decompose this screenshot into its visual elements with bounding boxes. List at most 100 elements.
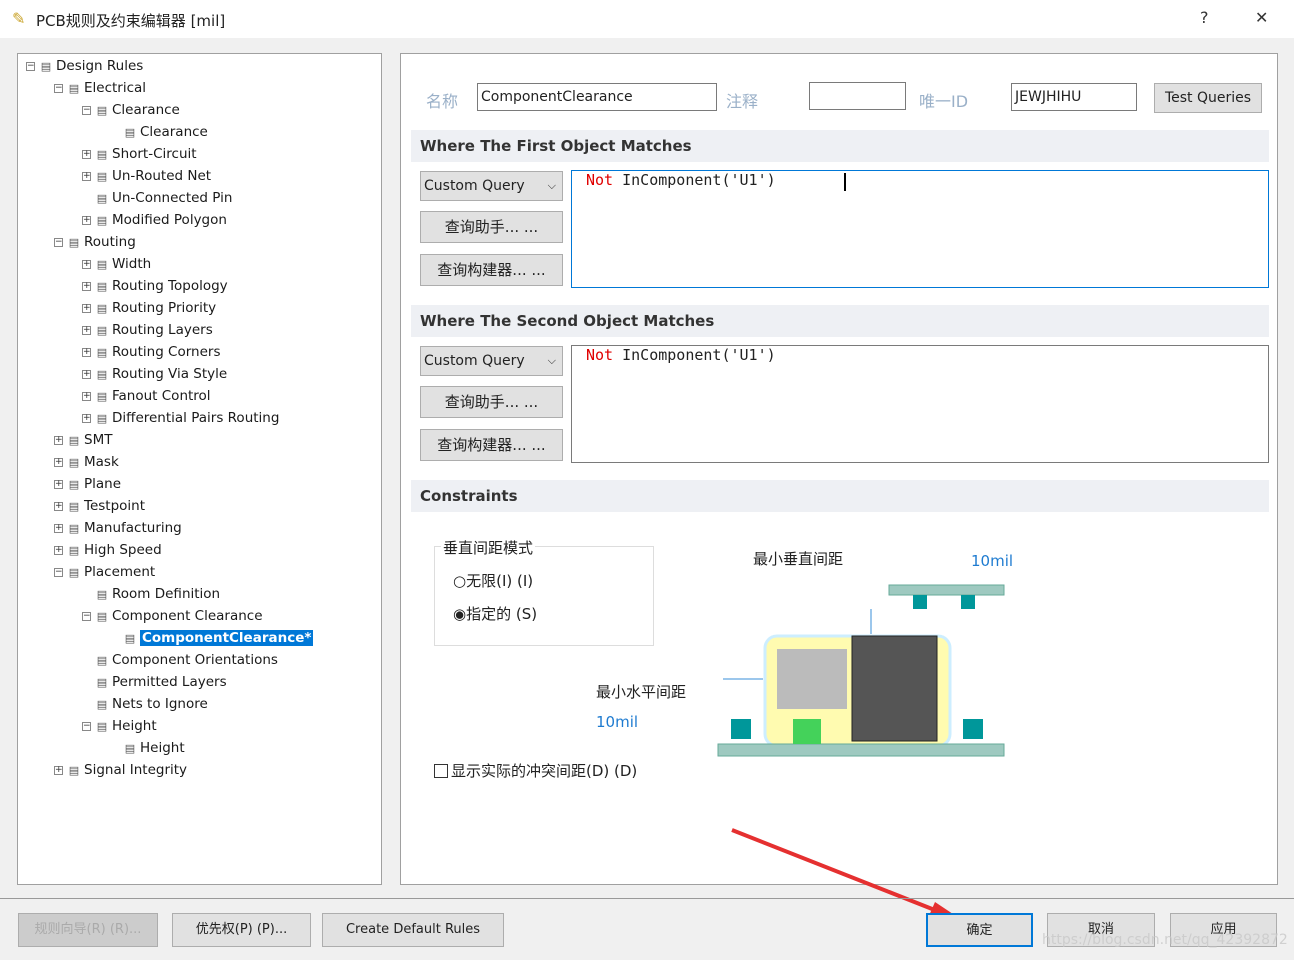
min-horizontal-value[interactable]: 10mil [596, 713, 638, 731]
expand-icon[interactable]: + [82, 259, 91, 269]
second-query-builder-button[interactable]: 查询构建器... ... [420, 429, 563, 461]
second-query-type-select[interactable]: Custom Query ⌵ [420, 346, 563, 376]
chevron-down-icon: ⌵ [547, 179, 556, 192]
expand-icon[interactable]: + [82, 303, 91, 313]
tree-item[interactable]: ▤ Nets to Ignore [82, 694, 208, 714]
close-button[interactable]: ✕ [1255, 8, 1268, 27]
tree-item[interactable]: + ▤ Signal Integrity [54, 760, 187, 780]
expand-icon[interactable]: + [82, 413, 91, 423]
tree-item[interactable]: + ▤ Mask [54, 452, 119, 472]
text-cursor [844, 173, 846, 191]
tree-item-label: Un-Routed Net [112, 168, 212, 184]
priority-button[interactable]: 优先权(P) (P)... [172, 913, 311, 947]
ok-button[interactable]: 确定 [926, 913, 1033, 947]
expand-icon[interactable]: + [82, 325, 91, 335]
tree-item[interactable]: + ▤ Manufacturing [54, 518, 182, 538]
first-query-builder-button[interactable]: 查询构建器... ... [420, 254, 563, 286]
tree-item[interactable]: + ▤ Fanout Control [82, 386, 211, 406]
radio-specified-label: 指定的 (S) [466, 605, 538, 623]
expand-icon[interactable]: + [54, 523, 63, 533]
rules-tree[interactable]: − ▤ Design Rules − ▤ Electrical − ▤ Clearance ▤ Cl… [17, 53, 382, 885]
expand-icon[interactable]: + [54, 765, 63, 775]
expand-icon[interactable]: + [82, 149, 91, 159]
expand-icon[interactable]: + [82, 281, 91, 291]
min-horizontal-label: 最小水平间距 [596, 683, 687, 701]
expand-icon[interactable]: + [54, 457, 63, 467]
rule-icon: ▤ [96, 698, 108, 711]
collapse-icon[interactable]: − [54, 567, 63, 577]
tree-item[interactable]: − ▤ Height [82, 716, 157, 736]
tree-item[interactable]: ▤ Un-Connected Pin [82, 188, 233, 208]
tree-item[interactable]: + ▤ Routing Via Style [82, 364, 227, 384]
tree-item[interactable]: + ▤ Routing Layers [82, 320, 213, 340]
test-queries-button[interactable]: Test Queries [1154, 83, 1262, 113]
tree-item[interactable]: − ▤ Component Clearance [82, 606, 263, 626]
collapse-icon[interactable]: − [82, 105, 91, 115]
expand-icon[interactable]: + [54, 435, 63, 445]
expand-icon[interactable]: + [54, 479, 63, 489]
name-input[interactable]: ComponentClearance [477, 83, 717, 111]
tree-item[interactable]: + ▤ Differential Pairs Routing [82, 408, 279, 428]
rule-icon: ▤ [96, 610, 108, 623]
rule-wizard-button[interactable]: 规则向导(R) (R)... [18, 913, 158, 947]
expand-icon[interactable]: + [82, 391, 91, 401]
expand-icon[interactable]: + [82, 369, 91, 379]
tree-item[interactable]: + ▤ Width [82, 254, 151, 274]
collapse-icon[interactable]: − [54, 83, 63, 93]
tree-item[interactable]: − ▤ Electrical [54, 78, 146, 98]
collapse-icon[interactable]: − [54, 237, 63, 247]
expand-icon[interactable]: + [82, 171, 91, 181]
expand-icon[interactable]: + [54, 501, 63, 511]
tree-item[interactable]: + ▤ Testpoint [54, 496, 145, 516]
tree-item[interactable]: ▤ Component Orientations [82, 650, 278, 670]
tree-item[interactable]: + ▤ High Speed [54, 540, 162, 560]
min-vertical-value[interactable]: 10mil [971, 552, 1013, 570]
tree-item[interactable]: + ▤ Plane [54, 474, 121, 494]
tree-item[interactable]: + ▤ Routing Priority [82, 298, 216, 318]
first-query-type-select[interactable]: Custom Query ⌵ [420, 171, 563, 201]
expand-icon[interactable]: + [54, 545, 63, 555]
tree-item[interactable]: ▤ ComponentClearance* [110, 628, 314, 648]
rule-icon: ▤ [96, 214, 108, 227]
rule-icon: ▤ [96, 324, 108, 337]
tree-item[interactable]: + ▤ Modified Polygon [82, 210, 227, 230]
second-query-editor[interactable]: Not InComponent('U1') [571, 345, 1269, 463]
tree-item-label: Room Definition [112, 586, 221, 602]
rule-icon: ▤ [96, 654, 108, 667]
tree-item[interactable]: + ▤ SMT [54, 430, 112, 450]
second-query-helper-button[interactable]: 查询助手... ... [420, 386, 563, 418]
collapse-icon[interactable]: − [82, 611, 91, 621]
tree-item[interactable]: − ▤ Design Rules [26, 56, 143, 76]
comment-input[interactable] [809, 82, 906, 110]
expand-icon[interactable]: + [82, 215, 91, 225]
rule-icon: ▤ [96, 258, 108, 271]
rule-icon: ▤ [68, 82, 80, 95]
tree-item[interactable]: ▤ Room Definition [82, 584, 220, 604]
radio-infinite[interactable]: ○无限(I) (I) [453, 570, 533, 591]
tree-item-label: Permitted Layers [112, 674, 227, 690]
tree-item[interactable]: − ▤ Placement [54, 562, 155, 582]
tree-item[interactable]: − ▤ Clearance [82, 100, 180, 120]
second-query-type-value: Custom Query [424, 353, 525, 369]
tree-item[interactable]: ▤ Permitted Layers [82, 672, 227, 692]
collapse-icon[interactable]: − [82, 721, 91, 731]
query-expression: InComponent('U1') [613, 171, 776, 189]
tree-item[interactable]: + ▤ Un-Routed Net [82, 166, 211, 186]
collapse-icon[interactable]: − [26, 61, 35, 71]
create-default-rules-button[interactable]: Create Default Rules [322, 913, 504, 947]
help-button[interactable]: ? [1200, 8, 1209, 27]
checkbox-box[interactable] [434, 764, 448, 778]
query-keyword: Not [586, 346, 614, 364]
tree-item[interactable]: ▤ Height [110, 738, 185, 758]
radio-specified[interactable]: ◉指定的 (S) [453, 603, 537, 624]
expand-icon[interactable]: + [82, 347, 91, 357]
first-query-helper-button[interactable]: 查询助手... ... [420, 211, 563, 243]
tree-item[interactable]: + ▤ Routing Topology [82, 276, 228, 296]
tree-item[interactable]: + ▤ Short-Circuit [82, 144, 197, 164]
first-query-editor[interactable]: Not InComponent('U1') [571, 170, 1269, 288]
id-input[interactable]: JEWJHIHU [1011, 83, 1137, 111]
tree-item[interactable]: − ▤ Routing [54, 232, 136, 252]
tree-item[interactable]: ▤ Clearance [110, 122, 208, 142]
show-actual-checkbox[interactable]: 显示实际的冲突间距(D) (D) [434, 760, 637, 781]
tree-item[interactable]: + ▤ Routing Corners [82, 342, 221, 362]
